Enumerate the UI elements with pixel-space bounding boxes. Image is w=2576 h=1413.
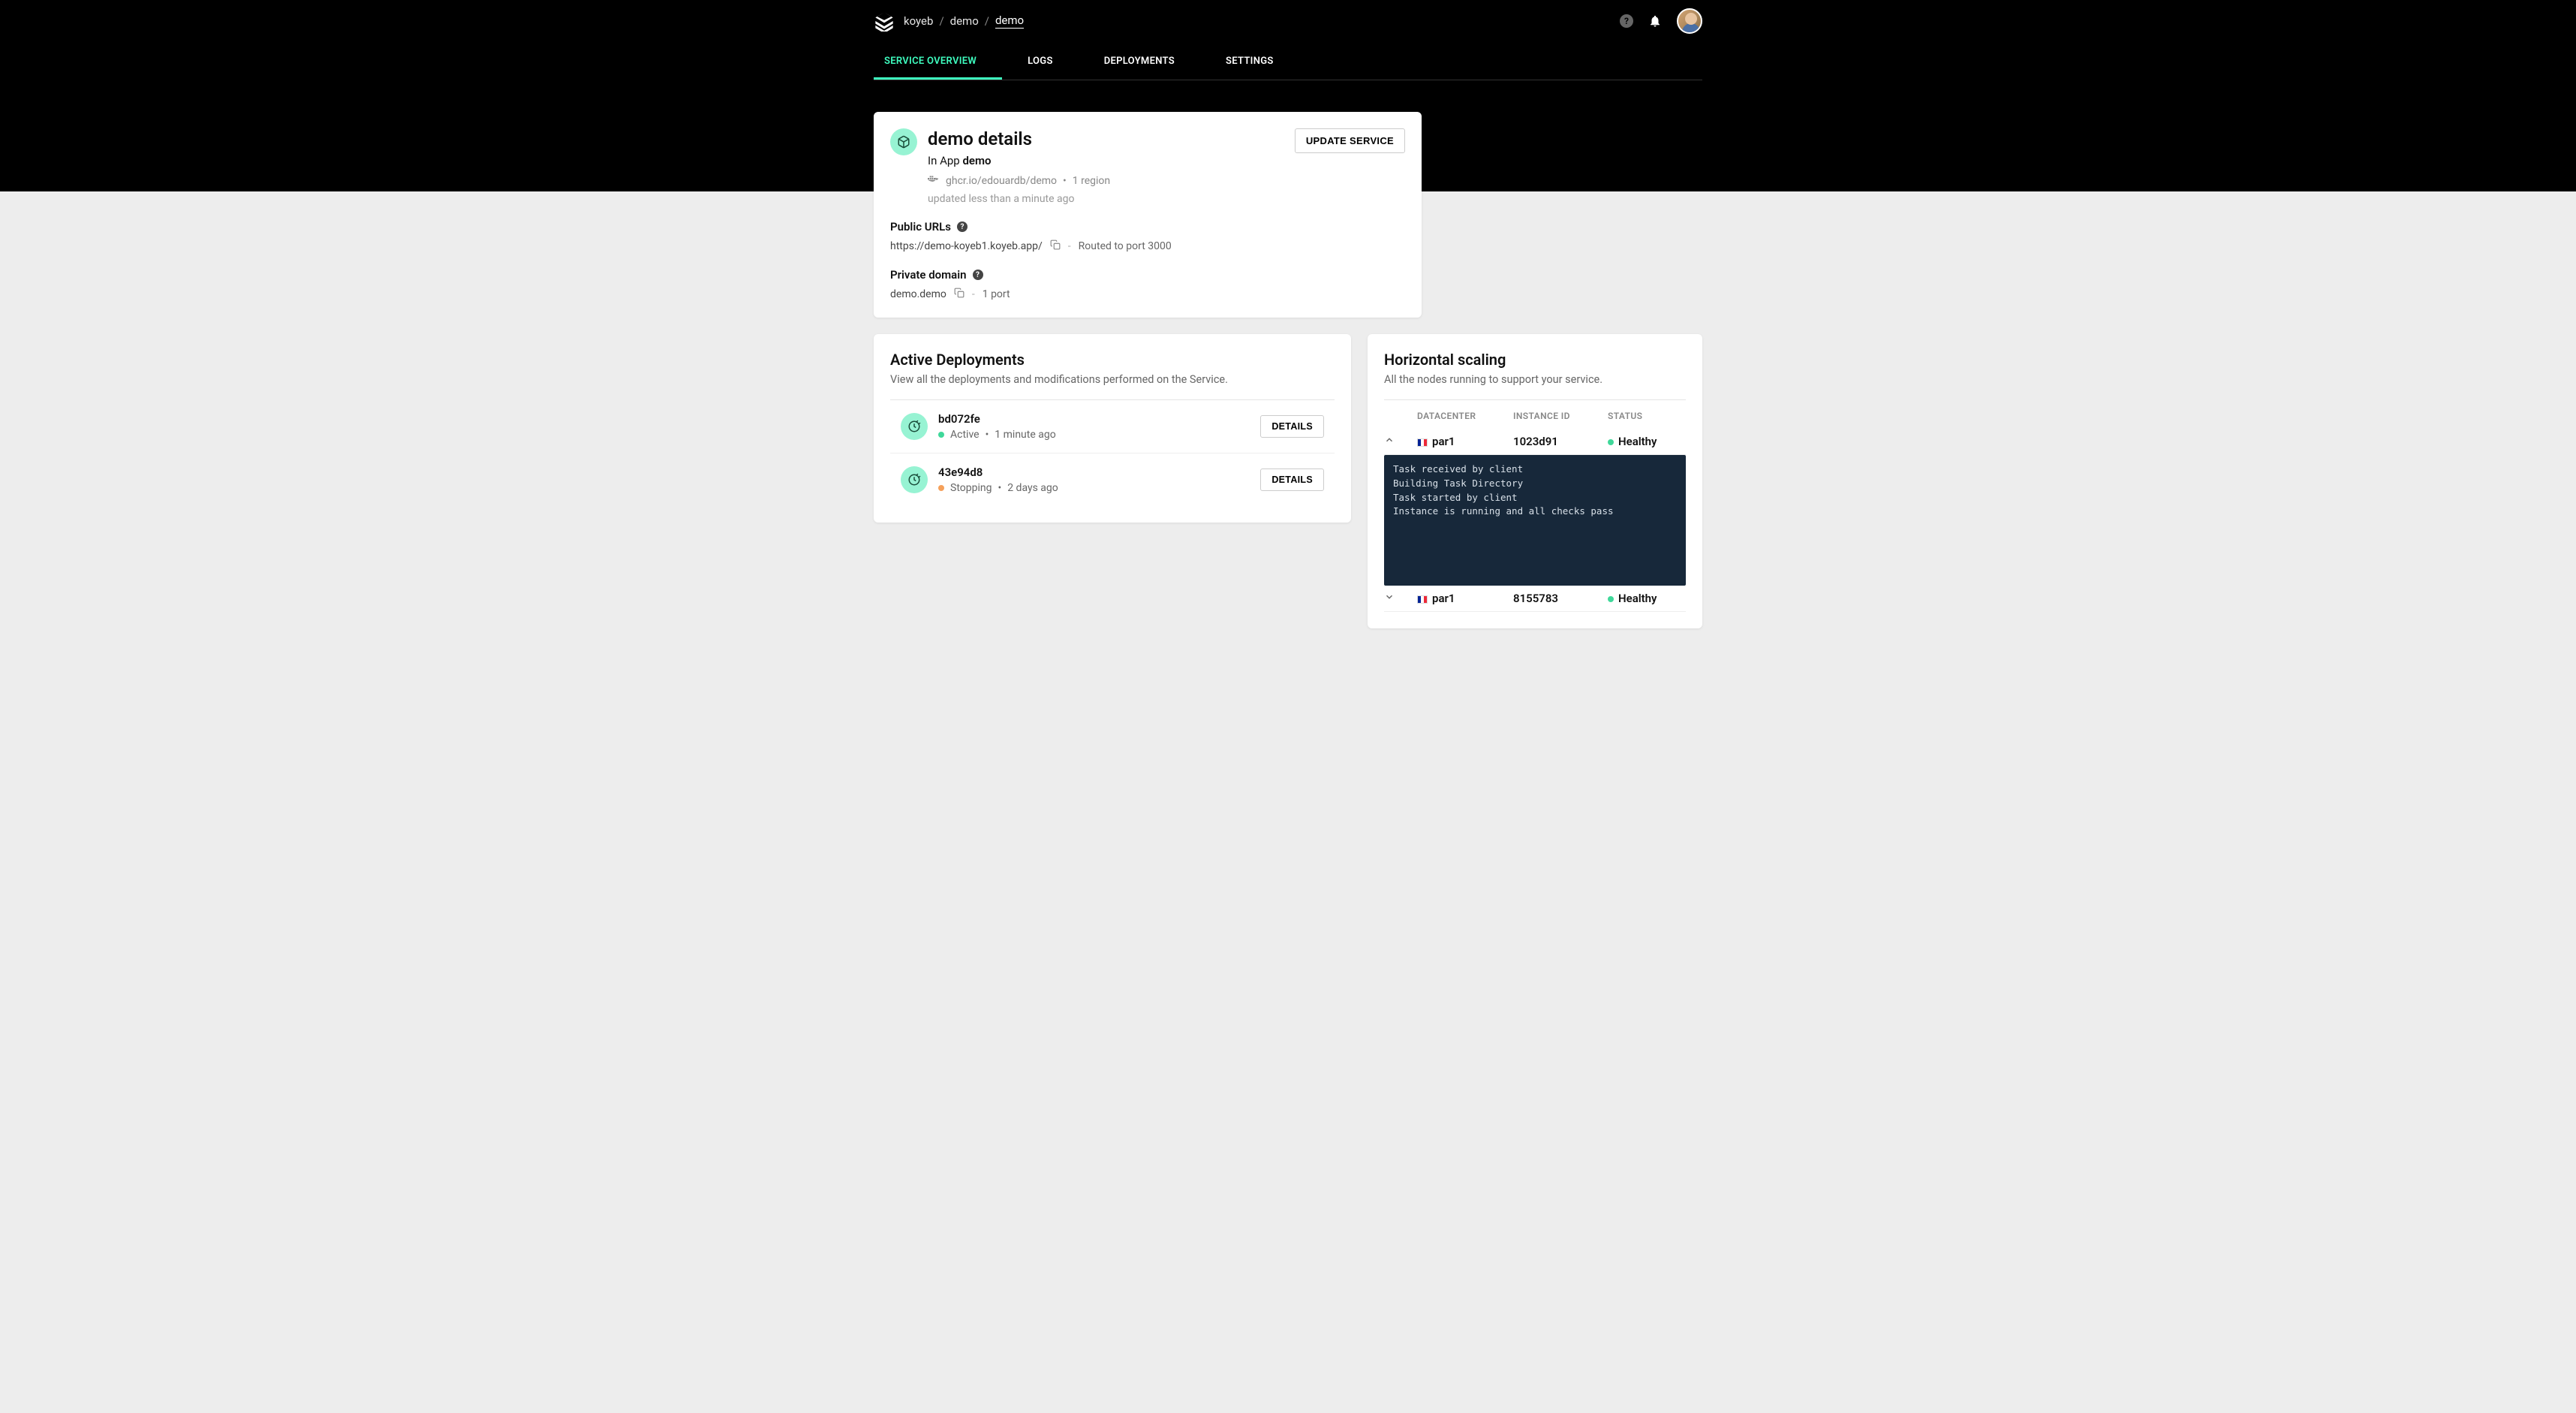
bell-icon[interactable]: [1648, 14, 1662, 28]
help-icon[interactable]: ?: [973, 270, 983, 280]
instance-row[interactable]: par1 1023d91 Healthy: [1384, 429, 1686, 455]
routed-info: Routed to port 3000: [1079, 240, 1172, 252]
copy-icon[interactable]: [1050, 240, 1061, 253]
service-icon: [890, 128, 917, 155]
page-title: demo details: [928, 128, 1284, 149]
scaling-sub: All the nodes running to support your se…: [1384, 373, 1686, 386]
help-icon[interactable]: ?: [957, 221, 968, 232]
deploy-icon: [901, 413, 928, 440]
chevron-down-icon: [1384, 592, 1395, 602]
instance-id: 8155783: [1513, 592, 1608, 605]
status-dot: [1608, 439, 1614, 445]
update-service-button[interactable]: UPDATE SERVICE: [1295, 128, 1405, 153]
private-port: 1 port: [983, 288, 1010, 300]
scaling-title: Horizontal scaling: [1384, 351, 1686, 369]
deployment-details-button[interactable]: DETAILS: [1260, 468, 1324, 491]
region-count: 1 region: [1073, 175, 1110, 187]
instance-id: 1023d91: [1513, 435, 1608, 448]
deployments-sub: View all the deployments and modificatio…: [890, 373, 1335, 386]
updated-ago: updated less than a minute ago: [928, 193, 1284, 205]
breadcrumb-service[interactable]: demo: [995, 14, 1024, 29]
deployment-when: 2 days ago: [1007, 482, 1058, 494]
tab-deployments[interactable]: DEPLOYMENTS: [1079, 45, 1200, 80]
scaling-table-header: DATACENTER INSTANCE ID STATUS: [1384, 400, 1686, 429]
status-dot: [938, 432, 944, 438]
private-domain-label: Private domain ?: [890, 268, 1405, 282]
instance-log-panel: Task received by client Building Task Di…: [1384, 455, 1686, 586]
instance-status: Healthy: [1618, 592, 1657, 605]
deployment-row: bd072fe Active • 1 minute ago DETAILS: [890, 400, 1335, 453]
logo-icon[interactable]: [874, 11, 895, 32]
status-dot: [938, 485, 944, 491]
service-details-card: demo details In App demo ghcr.io/edouard…: [874, 112, 1422, 318]
status-dot: [1608, 596, 1614, 602]
chevron-up-icon: [1384, 435, 1395, 445]
tab-logs[interactable]: LOGS: [1002, 45, 1079, 80]
datacenter: par1: [1432, 435, 1455, 448]
private-domain: demo.demo: [890, 288, 946, 300]
app-context: In App demo: [928, 154, 1284, 167]
instance-row[interactable]: par1 8155783 Healthy: [1384, 586, 1686, 612]
deployment-status: Stopping: [950, 482, 992, 494]
flag-fr-icon: [1417, 595, 1428, 604]
deployment-status: Active: [950, 429, 980, 441]
deployment-when: 1 minute ago: [995, 429, 1055, 441]
horizontal-scaling-card: Horizontal scaling All the nodes running…: [1368, 334, 1702, 628]
copy-icon[interactable]: [954, 288, 964, 301]
breadcrumb-app[interactable]: demo: [950, 14, 979, 28]
deployment-details-button[interactable]: DETAILS: [1260, 415, 1324, 438]
deployment-row: 43e94d8 Stopping • 2 days ago DETAILS: [890, 453, 1335, 506]
avatar[interactable]: [1677, 8, 1702, 34]
image-ref: ghcr.io/edouardb/demo: [946, 175, 1057, 187]
instance-status: Healthy: [1618, 435, 1657, 448]
tabs: SERVICE OVERVIEW LOGS DEPLOYMENTS SETTIN…: [874, 45, 1702, 80]
deployment-id: bd072fe: [938, 412, 1250, 426]
breadcrumb-org[interactable]: koyeb: [904, 14, 933, 28]
header: koyeb / demo / demo ?: [874, 0, 1702, 36]
public-urls-label: Public URLs ?: [890, 220, 1405, 233]
datacenter: par1: [1432, 592, 1455, 605]
public-url[interactable]: https://demo-koyeb1.koyeb.app/: [890, 240, 1043, 252]
tab-settings[interactable]: SETTINGS: [1200, 45, 1299, 80]
docker-icon: [928, 175, 940, 187]
tab-service-overview[interactable]: SERVICE OVERVIEW: [874, 45, 1002, 80]
help-icon[interactable]: ?: [1620, 14, 1633, 28]
breadcrumb: koyeb / demo / demo: [904, 14, 1024, 29]
flag-fr-icon: [1417, 438, 1428, 447]
deploy-icon: [901, 466, 928, 493]
active-deployments-card: Active Deployments View all the deployme…: [874, 334, 1351, 523]
deployment-id: 43e94d8: [938, 465, 1250, 479]
deployments-title: Active Deployments: [890, 351, 1335, 369]
